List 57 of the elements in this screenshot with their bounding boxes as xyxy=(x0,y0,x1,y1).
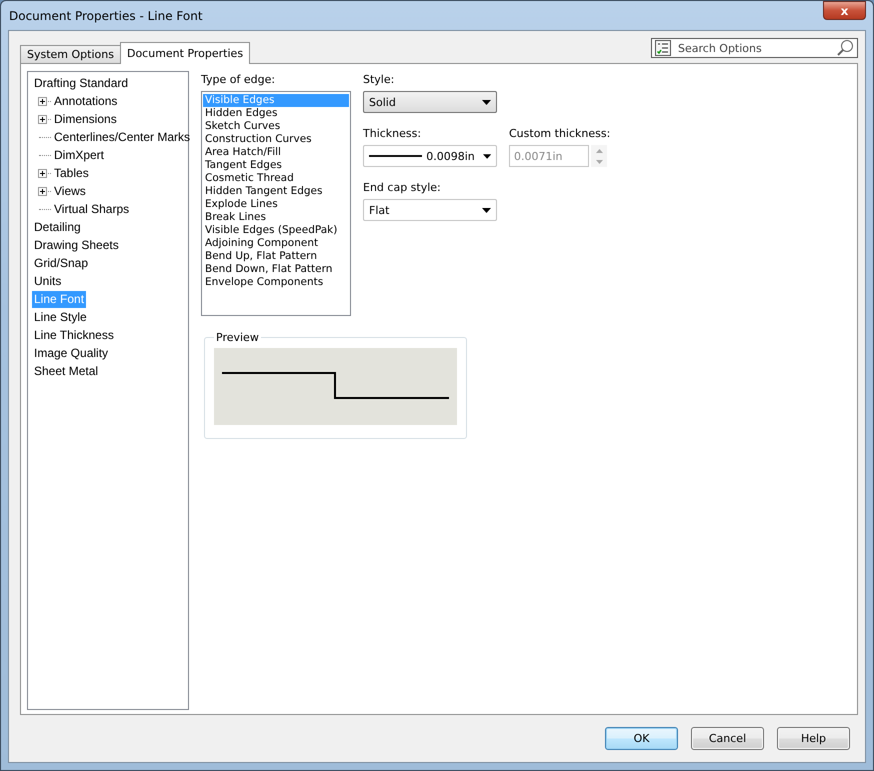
end-cap-dropdown[interactable]: Flat xyxy=(363,199,497,221)
dialog-button[interactable]: Cancel xyxy=(691,727,764,750)
tree-item[interactable]: Virtual Sharps xyxy=(52,200,132,218)
field-label: Custom thickness: xyxy=(509,127,610,140)
list-item[interactable]: Hidden Tangent Edges xyxy=(203,185,349,198)
tree-item[interactable]: Drafting Standard xyxy=(32,74,130,92)
tree-item[interactable]: Centerlines/Center Marks xyxy=(52,128,192,146)
tree-item[interactable]: DimXpert xyxy=(52,146,106,164)
dialog-button[interactable]: OK xyxy=(605,727,678,750)
group-label: Preview xyxy=(215,331,260,344)
list-item[interactable]: Bend Down, Flat Pattern xyxy=(203,263,349,276)
field-label: Type of edge: xyxy=(201,73,276,86)
tree-item[interactable]: Dimensions xyxy=(52,110,119,128)
tree-item[interactable]: Detailing xyxy=(32,218,83,236)
close-button[interactable]: x xyxy=(823,1,866,20)
list-item[interactable]: Hidden Edges xyxy=(203,107,349,120)
tree-item[interactable]: Image Quality xyxy=(32,344,110,362)
caret-icon xyxy=(482,100,491,104)
line-sample-icon xyxy=(369,154,422,158)
expand-icon[interactable] xyxy=(38,114,47,124)
list-item[interactable]: Adjoining Component xyxy=(203,237,349,250)
field-label: Thickness: xyxy=(363,127,422,140)
list-item[interactable]: Construction Curves xyxy=(203,133,349,146)
tree-item[interactable]: Views xyxy=(52,182,88,200)
expand-icon[interactable] xyxy=(38,186,47,196)
list-item[interactable]: Tangent Edges xyxy=(203,159,349,172)
tree-item[interactable]: Grid/Snap xyxy=(32,254,90,272)
expand-icon[interactable] xyxy=(38,96,47,106)
dialog-button[interactable]: Help xyxy=(777,727,850,750)
caret-icon xyxy=(482,154,491,158)
expand-icon[interactable] xyxy=(38,168,47,178)
tree-item[interactable]: Units xyxy=(32,272,64,290)
search-box[interactable]: Search Options xyxy=(651,38,858,58)
search-icon[interactable] xyxy=(836,39,854,57)
list-item[interactable]: Area Hatch/Fill xyxy=(203,146,349,159)
field-label: Style: xyxy=(363,73,396,86)
tree-item[interactable]: Line Style xyxy=(32,308,89,326)
list-item[interactable]: Cosmetic Thread xyxy=(203,172,349,185)
tab[interactable]: System Options xyxy=(20,45,121,64)
checklist-icon xyxy=(655,40,671,56)
tree-item[interactable]: Sheet Metal xyxy=(32,362,100,380)
list-item[interactable]: Envelope Components xyxy=(203,276,349,289)
window-title: Document Properties - Line Font xyxy=(8,8,203,22)
caret-icon xyxy=(482,208,491,212)
list-item[interactable]: Sketch Curves xyxy=(203,120,349,133)
tab[interactable]: Document Properties xyxy=(120,42,250,64)
list-item[interactable]: Visible Edges (SpeedPak) xyxy=(203,224,349,237)
list-item[interactable]: Bend Up, Flat Pattern xyxy=(203,250,349,263)
thickness-dropdown[interactable]: 0.0098in xyxy=(363,145,497,167)
tree-item[interactable]: Drawing Sheets xyxy=(32,236,121,254)
field-label: End cap style: xyxy=(363,181,442,194)
list-item[interactable]: Break Lines xyxy=(203,211,349,224)
style-dropdown[interactable]: Solid xyxy=(363,91,497,113)
tree-item[interactable]: Tables xyxy=(52,164,91,182)
tree-item[interactable]: Annotations xyxy=(52,92,120,110)
tree-item[interactable]: Line Thickness xyxy=(32,326,116,344)
list-item[interactable]: Explode Lines xyxy=(203,198,349,211)
